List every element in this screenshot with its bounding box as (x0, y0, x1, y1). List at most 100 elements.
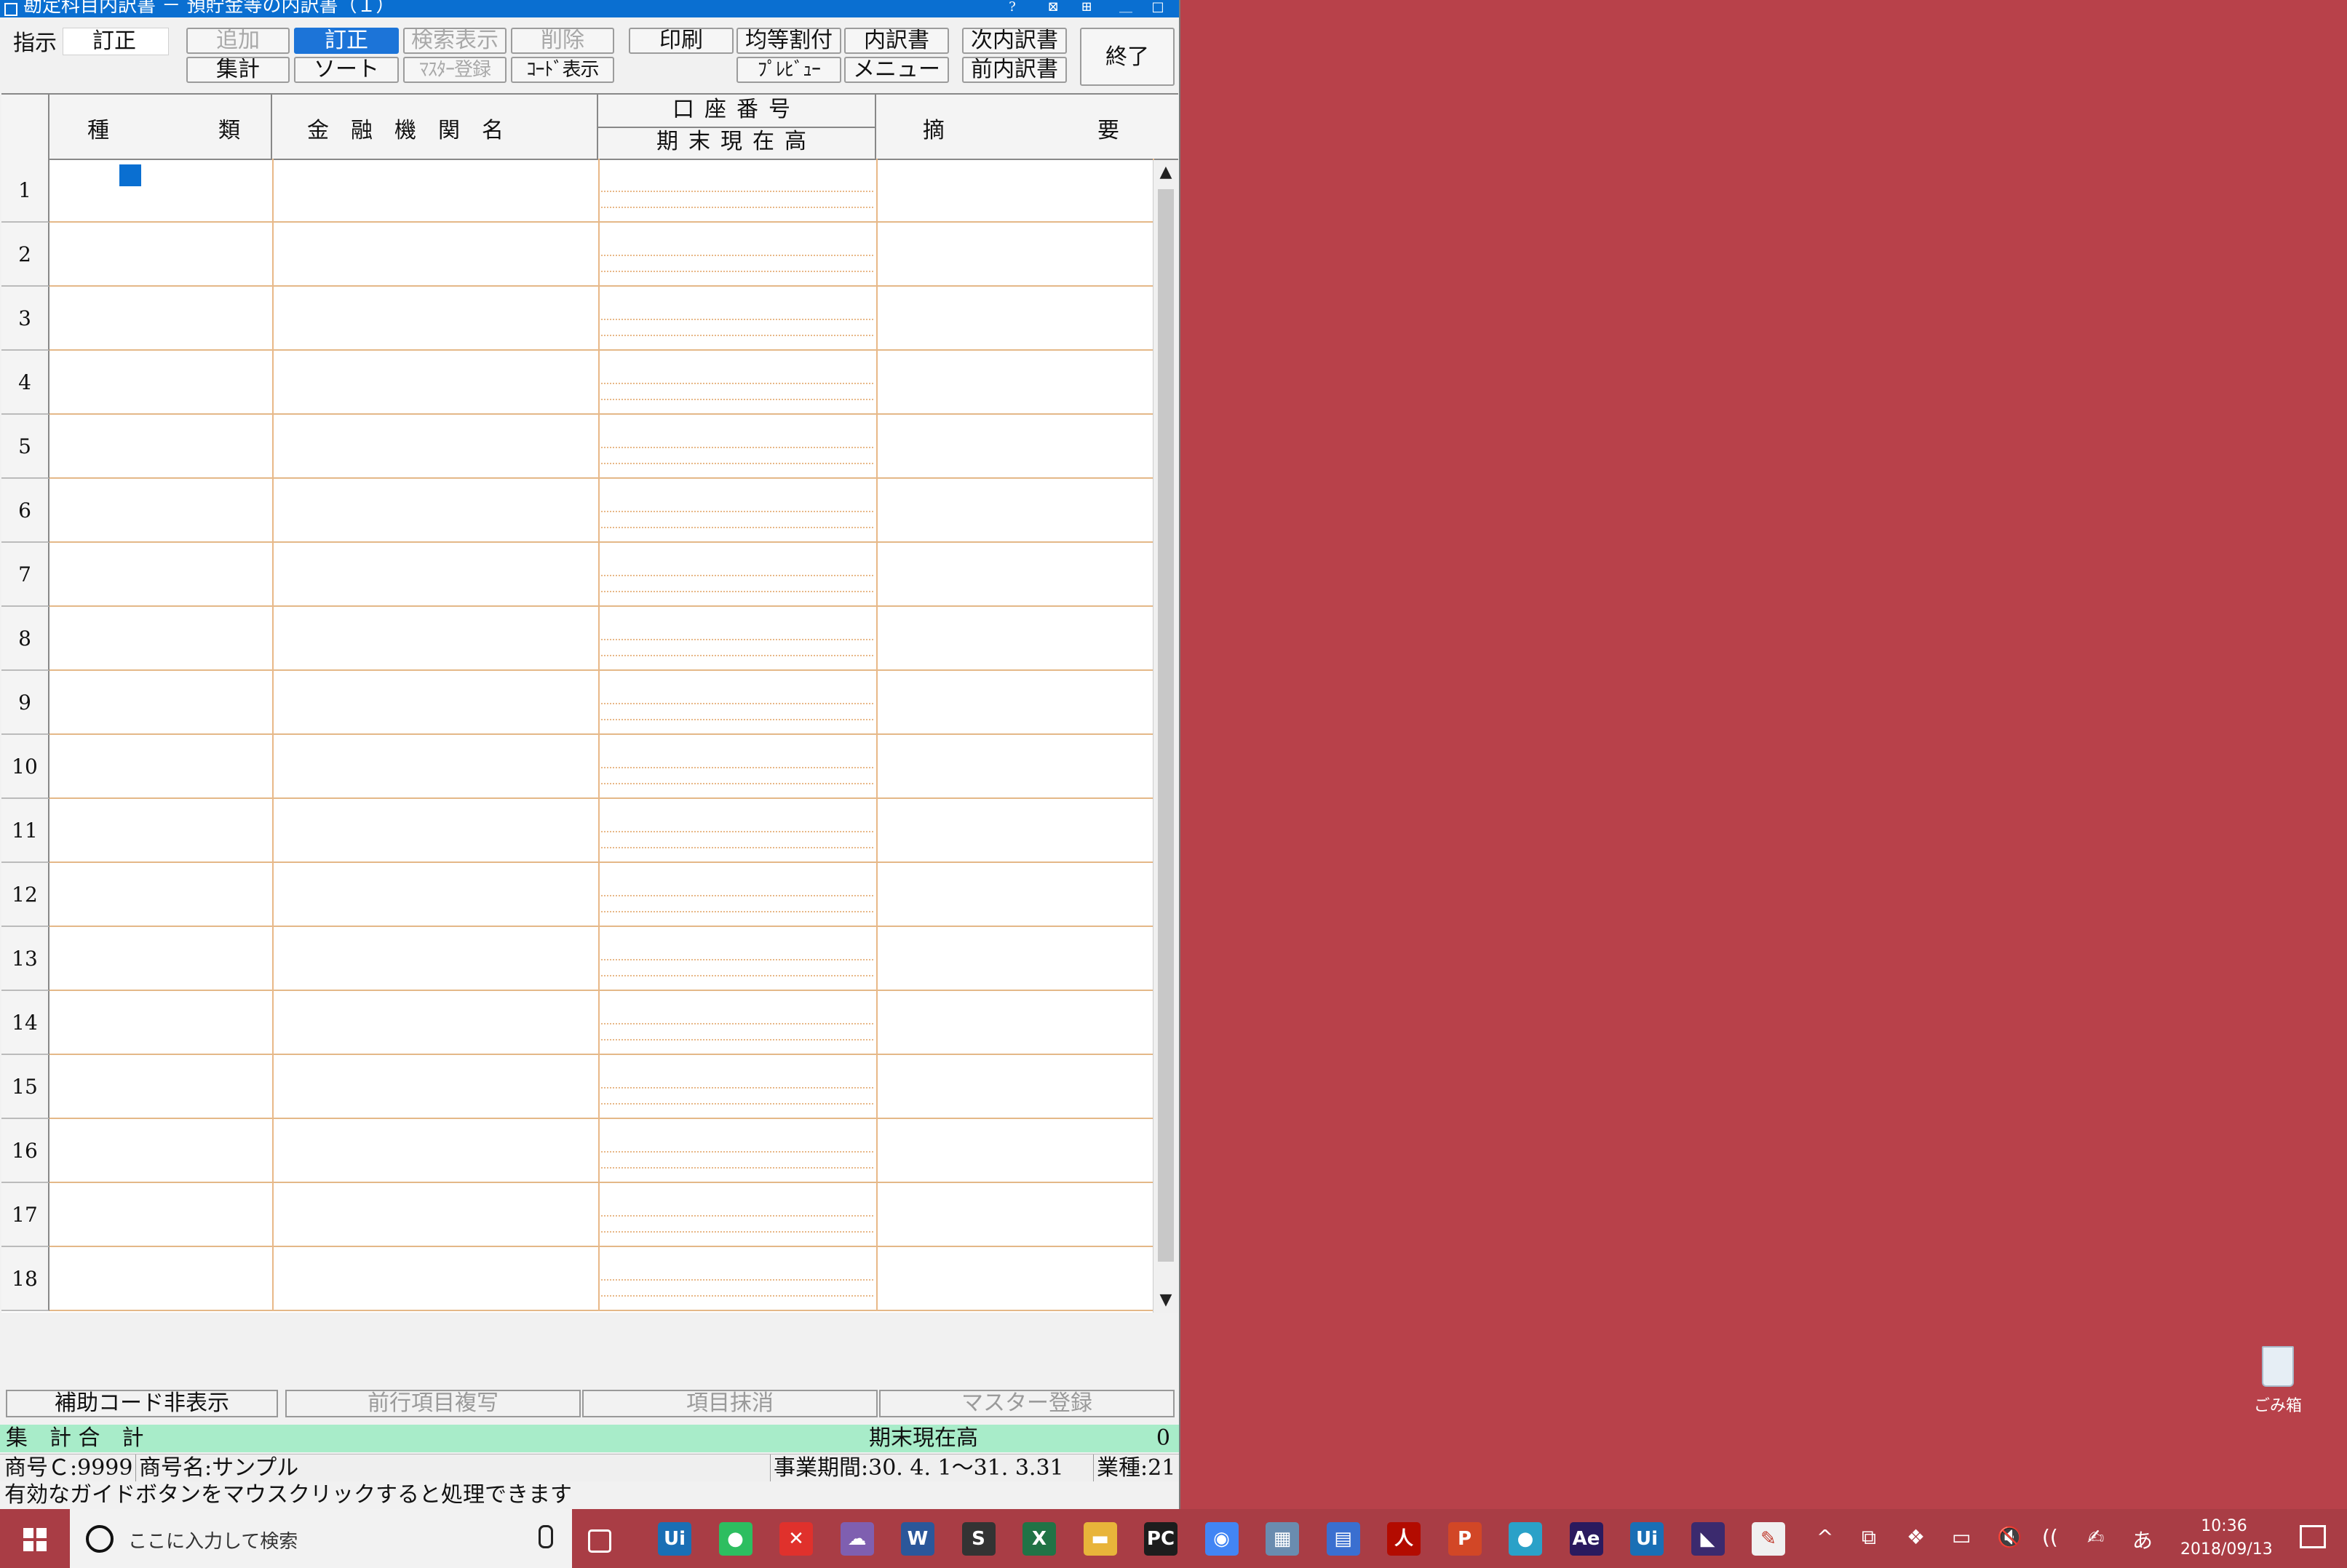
row-number[interactable]: 15 (1, 1055, 49, 1119)
row-number[interactable]: 4 (1, 351, 49, 415)
digit-guide-line (598, 191, 873, 192)
scroll-thumb[interactable] (1158, 189, 1174, 1262)
aux-code-hide-button[interactable]: 補助コード非表示 (6, 1390, 278, 1417)
prev-breakdown-button[interactable]: 前内訳書 (962, 57, 1067, 83)
digit-guide-line (598, 783, 873, 784)
chrome-icon[interactable]: ◉ (1204, 1522, 1239, 1556)
print-button[interactable]: 印刷 (629, 28, 734, 54)
show-hidden-icons-icon[interactable]: ^ (1816, 1525, 1833, 1549)
acrobat-icon[interactable]: 人 (1387, 1522, 1421, 1556)
breakdown-button[interactable]: 内訳書 (844, 28, 949, 54)
tile-icon[interactable]: ⊞ (1074, 0, 1099, 16)
notification-icon[interactable] (2300, 1525, 2326, 1548)
row-number[interactable]: 17 (1, 1183, 49, 1247)
recorder-icon[interactable]: ● (1509, 1522, 1542, 1556)
search-placeholder: ここに入力して検索 (128, 1531, 298, 1553)
row-number[interactable]: 3 (1, 287, 49, 351)
scroll-down-icon[interactable]: ▼ (1153, 1288, 1178, 1313)
digit-guide-line (598, 1215, 873, 1217)
paint-icon[interactable]: ✎ (1752, 1522, 1785, 1556)
erase-item-button[interactable]: 項目抹消 (582, 1390, 878, 1417)
pen-icon[interactable]: ✍ (2087, 1525, 2104, 1549)
folder-icon[interactable]: ▬ (1083, 1522, 1117, 1556)
digit-guide-line (598, 319, 873, 320)
row-number[interactable]: 9 (1, 671, 49, 735)
vertical-scrollbar[interactable]: ▲ ▼ (1153, 160, 1178, 1313)
breakdown-table: 種 類 金 融 機 関 名 口座番号 期末現在高 摘 要 1 2 3 4 5 6 7 8 9 10… (1, 93, 1178, 1313)
powerpoint-icon[interactable]: P (1447, 1522, 1482, 1556)
correct-button[interactable]: 訂正 (294, 28, 399, 54)
row-number[interactable]: 16 (1, 1119, 49, 1183)
s-app-icon[interactable]: S (961, 1522, 996, 1556)
column-divider (272, 159, 274, 1311)
excel-icon[interactable]: X (1022, 1522, 1056, 1556)
code-display-button[interactable]: ｺｰﾄﾞ表示 (511, 57, 614, 83)
row-number[interactable]: 14 (1, 991, 49, 1055)
digit-guide-line (598, 527, 873, 528)
row-number[interactable]: 1 (1, 159, 49, 223)
digit-guide-line (598, 831, 873, 832)
help-icon[interactable]: ? (1000, 0, 1025, 16)
battery-icon[interactable]: ▭ (1952, 1525, 1971, 1549)
footer-master-register-button[interactable]: マスター登録 (879, 1390, 1175, 1417)
row-number[interactable]: 6 (1, 479, 49, 543)
start-button[interactable] (0, 1509, 70, 1568)
digit-guide-line (598, 703, 873, 704)
document-icon[interactable]: ▤ (1326, 1522, 1360, 1556)
preview-button[interactable]: ﾌﾟﾚﾋﾞｭｰ (736, 57, 841, 83)
sort-button[interactable]: ソート (294, 57, 399, 83)
next-breakdown-button[interactable]: 次内訳書 (962, 28, 1067, 54)
copy-prev-row-button[interactable]: 前行項目複写 (285, 1390, 581, 1417)
evernote-icon[interactable]: ● (718, 1522, 752, 1556)
aftereffects-icon[interactable]: Ae (1569, 1522, 1603, 1556)
taskbar-search-box[interactable]: ここに入力して検索 (70, 1509, 572, 1568)
word-icon[interactable]: W (901, 1522, 934, 1556)
row-number[interactable]: 5 (1, 415, 49, 479)
header-account-balance: 口座番号 期末現在高 (598, 95, 876, 159)
master-register-button[interactable]: ﾏｽﾀｰ登録 (403, 57, 507, 83)
row-number[interactable]: 10 (1, 735, 49, 799)
task-view-icon[interactable] (588, 1529, 611, 1553)
cortana-icon[interactable] (86, 1525, 114, 1553)
instruction-field[interactable]: 訂正 (63, 28, 169, 55)
add-button[interactable]: 追加 (186, 28, 290, 54)
row-number[interactable]: 8 (1, 607, 49, 671)
digit-guide-line (598, 1039, 873, 1040)
row-number[interactable]: 7 (1, 543, 49, 607)
uipath2-icon[interactable]: Ui (1630, 1522, 1664, 1556)
digit-guide-line (598, 447, 873, 448)
microphone-icon[interactable] (539, 1525, 553, 1548)
equal-allocation-button[interactable]: 均等割付 (736, 28, 841, 54)
volume-muted-icon[interactable]: 🔇 (1997, 1525, 2022, 1549)
dropbox-icon[interactable]: ❖ (1907, 1525, 1925, 1549)
pin-icon[interactable]: ⊠ (1041, 0, 1065, 16)
recycle-bin[interactable]: ごみ箱 (2249, 1346, 2307, 1416)
vs-icon[interactable]: ◣ (1691, 1522, 1725, 1556)
row-number[interactable]: 12 (1, 863, 49, 927)
delete-button[interactable]: 削除 (511, 28, 614, 54)
app-window: 勘定科目内訳書 － 預貯金等の内訳書（１） ? ⊠ ⊞ ＿ □ 指示 訂正 追加… (0, 0, 1180, 1509)
recycle-bin-label: ごみ箱 (2253, 1397, 2302, 1415)
xmind-icon[interactable]: ✕ (779, 1522, 813, 1556)
row-number[interactable]: 2 (1, 223, 49, 287)
wifi-icon[interactable]: (( (2042, 1525, 2058, 1549)
cloud-icon[interactable]: ☁ (840, 1522, 874, 1556)
row-number[interactable]: 11 (1, 799, 49, 863)
row-number[interactable]: 13 (1, 927, 49, 991)
total-button[interactable]: 集計 (186, 57, 290, 83)
exit-button[interactable]: 終了 (1080, 28, 1175, 86)
row-number[interactable]: 18 (1, 1247, 49, 1311)
minimize-icon[interactable]: ＿ (1113, 0, 1138, 16)
menu-button[interactable]: メニュー (844, 57, 949, 83)
search-display-button[interactable]: 検索表示 (403, 28, 507, 54)
maximize-icon[interactable]: □ (1145, 0, 1170, 16)
ime-icon[interactable]: あ (2132, 1525, 2153, 1554)
pycharm-icon[interactable]: PC (1144, 1522, 1178, 1556)
digit-guide-line (598, 1103, 873, 1105)
scroll-up-icon[interactable]: ▲ (1153, 160, 1178, 185)
explorer-icon[interactable]: ▦ (1266, 1522, 1299, 1556)
clock[interactable]: 10:36 2018/09/13 (2180, 1515, 2273, 1561)
uipath-icon[interactable]: Ui (658, 1522, 691, 1556)
summary-label: 集 計 合 計 (6, 1425, 144, 1451)
tablet-icon[interactable]: ⧉ (1862, 1525, 1876, 1550)
